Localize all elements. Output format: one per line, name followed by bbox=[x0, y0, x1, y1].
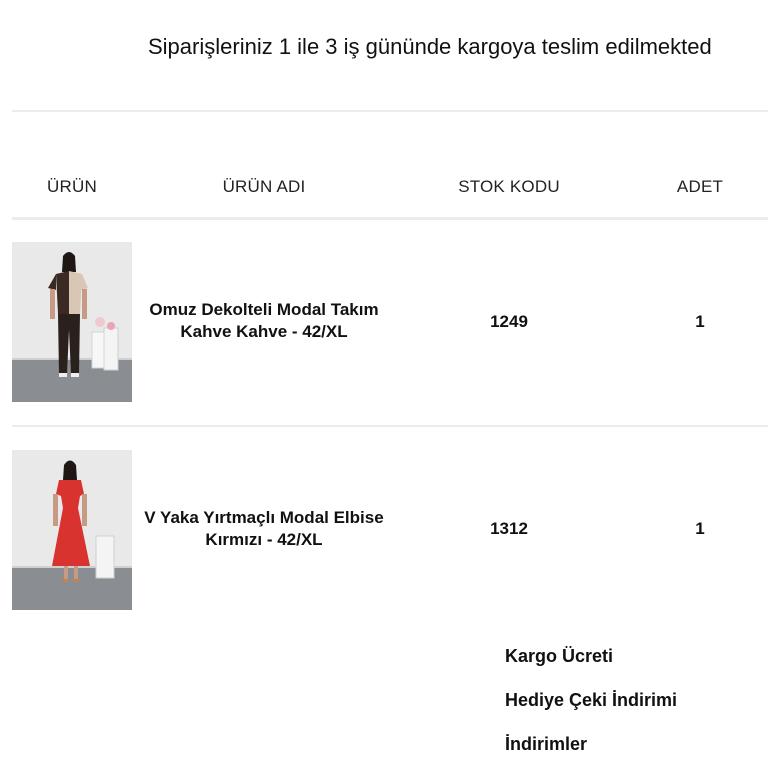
column-header-product: ÜRÜN bbox=[47, 177, 97, 196]
shipping-notice: Siparişleriniz 1 ile 3 iş gününde kargoy… bbox=[148, 34, 712, 59]
header-divider bbox=[12, 217, 768, 220]
product-image[interactable] bbox=[12, 242, 132, 402]
quantity: 1 bbox=[695, 312, 705, 331]
product-name[interactable]: V Yaka Yırtmaçlı Modal Elbise Kırmızı - … bbox=[132, 507, 396, 551]
discounts-label: İndirimler bbox=[505, 734, 588, 754]
divider bbox=[12, 110, 768, 112]
column-header-stock-code: STOK KODU bbox=[458, 177, 560, 196]
product-image[interactable] bbox=[12, 450, 132, 610]
stock-code: 1312 bbox=[490, 519, 528, 538]
shipping-fee-label: Kargo Ücreti bbox=[505, 646, 614, 666]
stock-code: 1249 bbox=[490, 312, 528, 331]
product-name[interactable]: Omuz Dekolteli Modal Takım Kahve Kahve -… bbox=[132, 299, 396, 343]
column-header-product-name: ÜRÜN ADI bbox=[222, 177, 306, 196]
gift-card-discount-label: Hediye Çeki İndirimi bbox=[505, 690, 678, 710]
quantity: 1 bbox=[695, 519, 705, 538]
row-divider bbox=[12, 425, 768, 427]
column-header-quantity: ADET bbox=[676, 177, 724, 196]
